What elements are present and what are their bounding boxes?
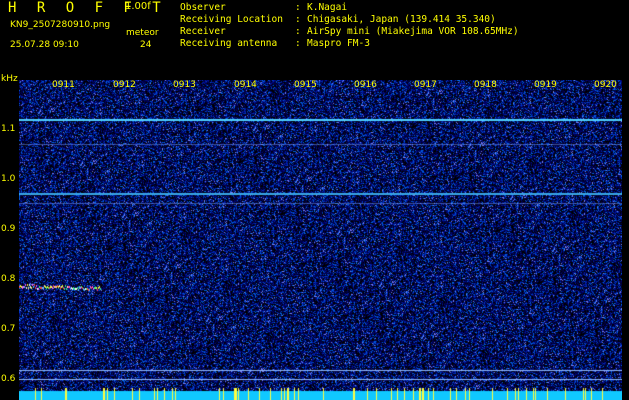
spectrogram-canvas	[19, 80, 622, 400]
info-colon: :	[295, 38, 301, 49]
meteor-count: 24	[140, 40, 152, 50]
time-tick: 0913	[173, 80, 196, 90]
frequency-tick: 1.1	[1, 124, 16, 134]
time-tick: 0918	[474, 80, 497, 90]
time-tick: 0919	[534, 80, 557, 90]
meteor-label: meteor	[126, 28, 159, 38]
frequency-tick: 0.8	[1, 274, 16, 284]
time-tick: 0915	[294, 80, 317, 90]
time-tick: 0920	[594, 80, 617, 90]
info-value: Maspro FM-3	[307, 38, 370, 49]
frequency-unit-label: kHz	[1, 74, 18, 84]
frequency-tick: 0.7	[1, 324, 16, 334]
info-colon: :	[295, 2, 301, 13]
date-time: 25.07.28 09:10	[10, 40, 79, 50]
time-tick: 0914	[234, 80, 257, 90]
info-value: K.Nagai	[307, 2, 348, 13]
info-value: Chigasaki, Japan (139.414 35.340)	[307, 14, 496, 25]
info-label: Receiving antenna	[180, 38, 278, 49]
frequency-tick: 0.9	[1, 224, 16, 234]
header-panel: H R O F F T 1.00f KN9_2507280910.png met…	[0, 0, 629, 74]
info-colon: :	[295, 26, 301, 37]
info-label: Receiving Location	[180, 14, 283, 25]
info-value: AirSpy mini (Miakejima VOR 108.65MHz)	[307, 26, 519, 37]
time-tick: 0916	[354, 80, 377, 90]
info-label: Receiver	[180, 26, 226, 37]
frequency-tick: 1.0	[1, 174, 16, 184]
time-tick: 0917	[414, 80, 437, 90]
info-label: Observer	[180, 2, 226, 13]
version-label: 1.00f	[125, 1, 151, 12]
time-tick: 0911	[52, 80, 75, 90]
info-colon: :	[295, 14, 301, 25]
frequency-tick: 0.6	[1, 374, 16, 384]
time-tick: 0912	[113, 80, 136, 90]
file-name: KN9_2507280910.png	[10, 20, 111, 30]
